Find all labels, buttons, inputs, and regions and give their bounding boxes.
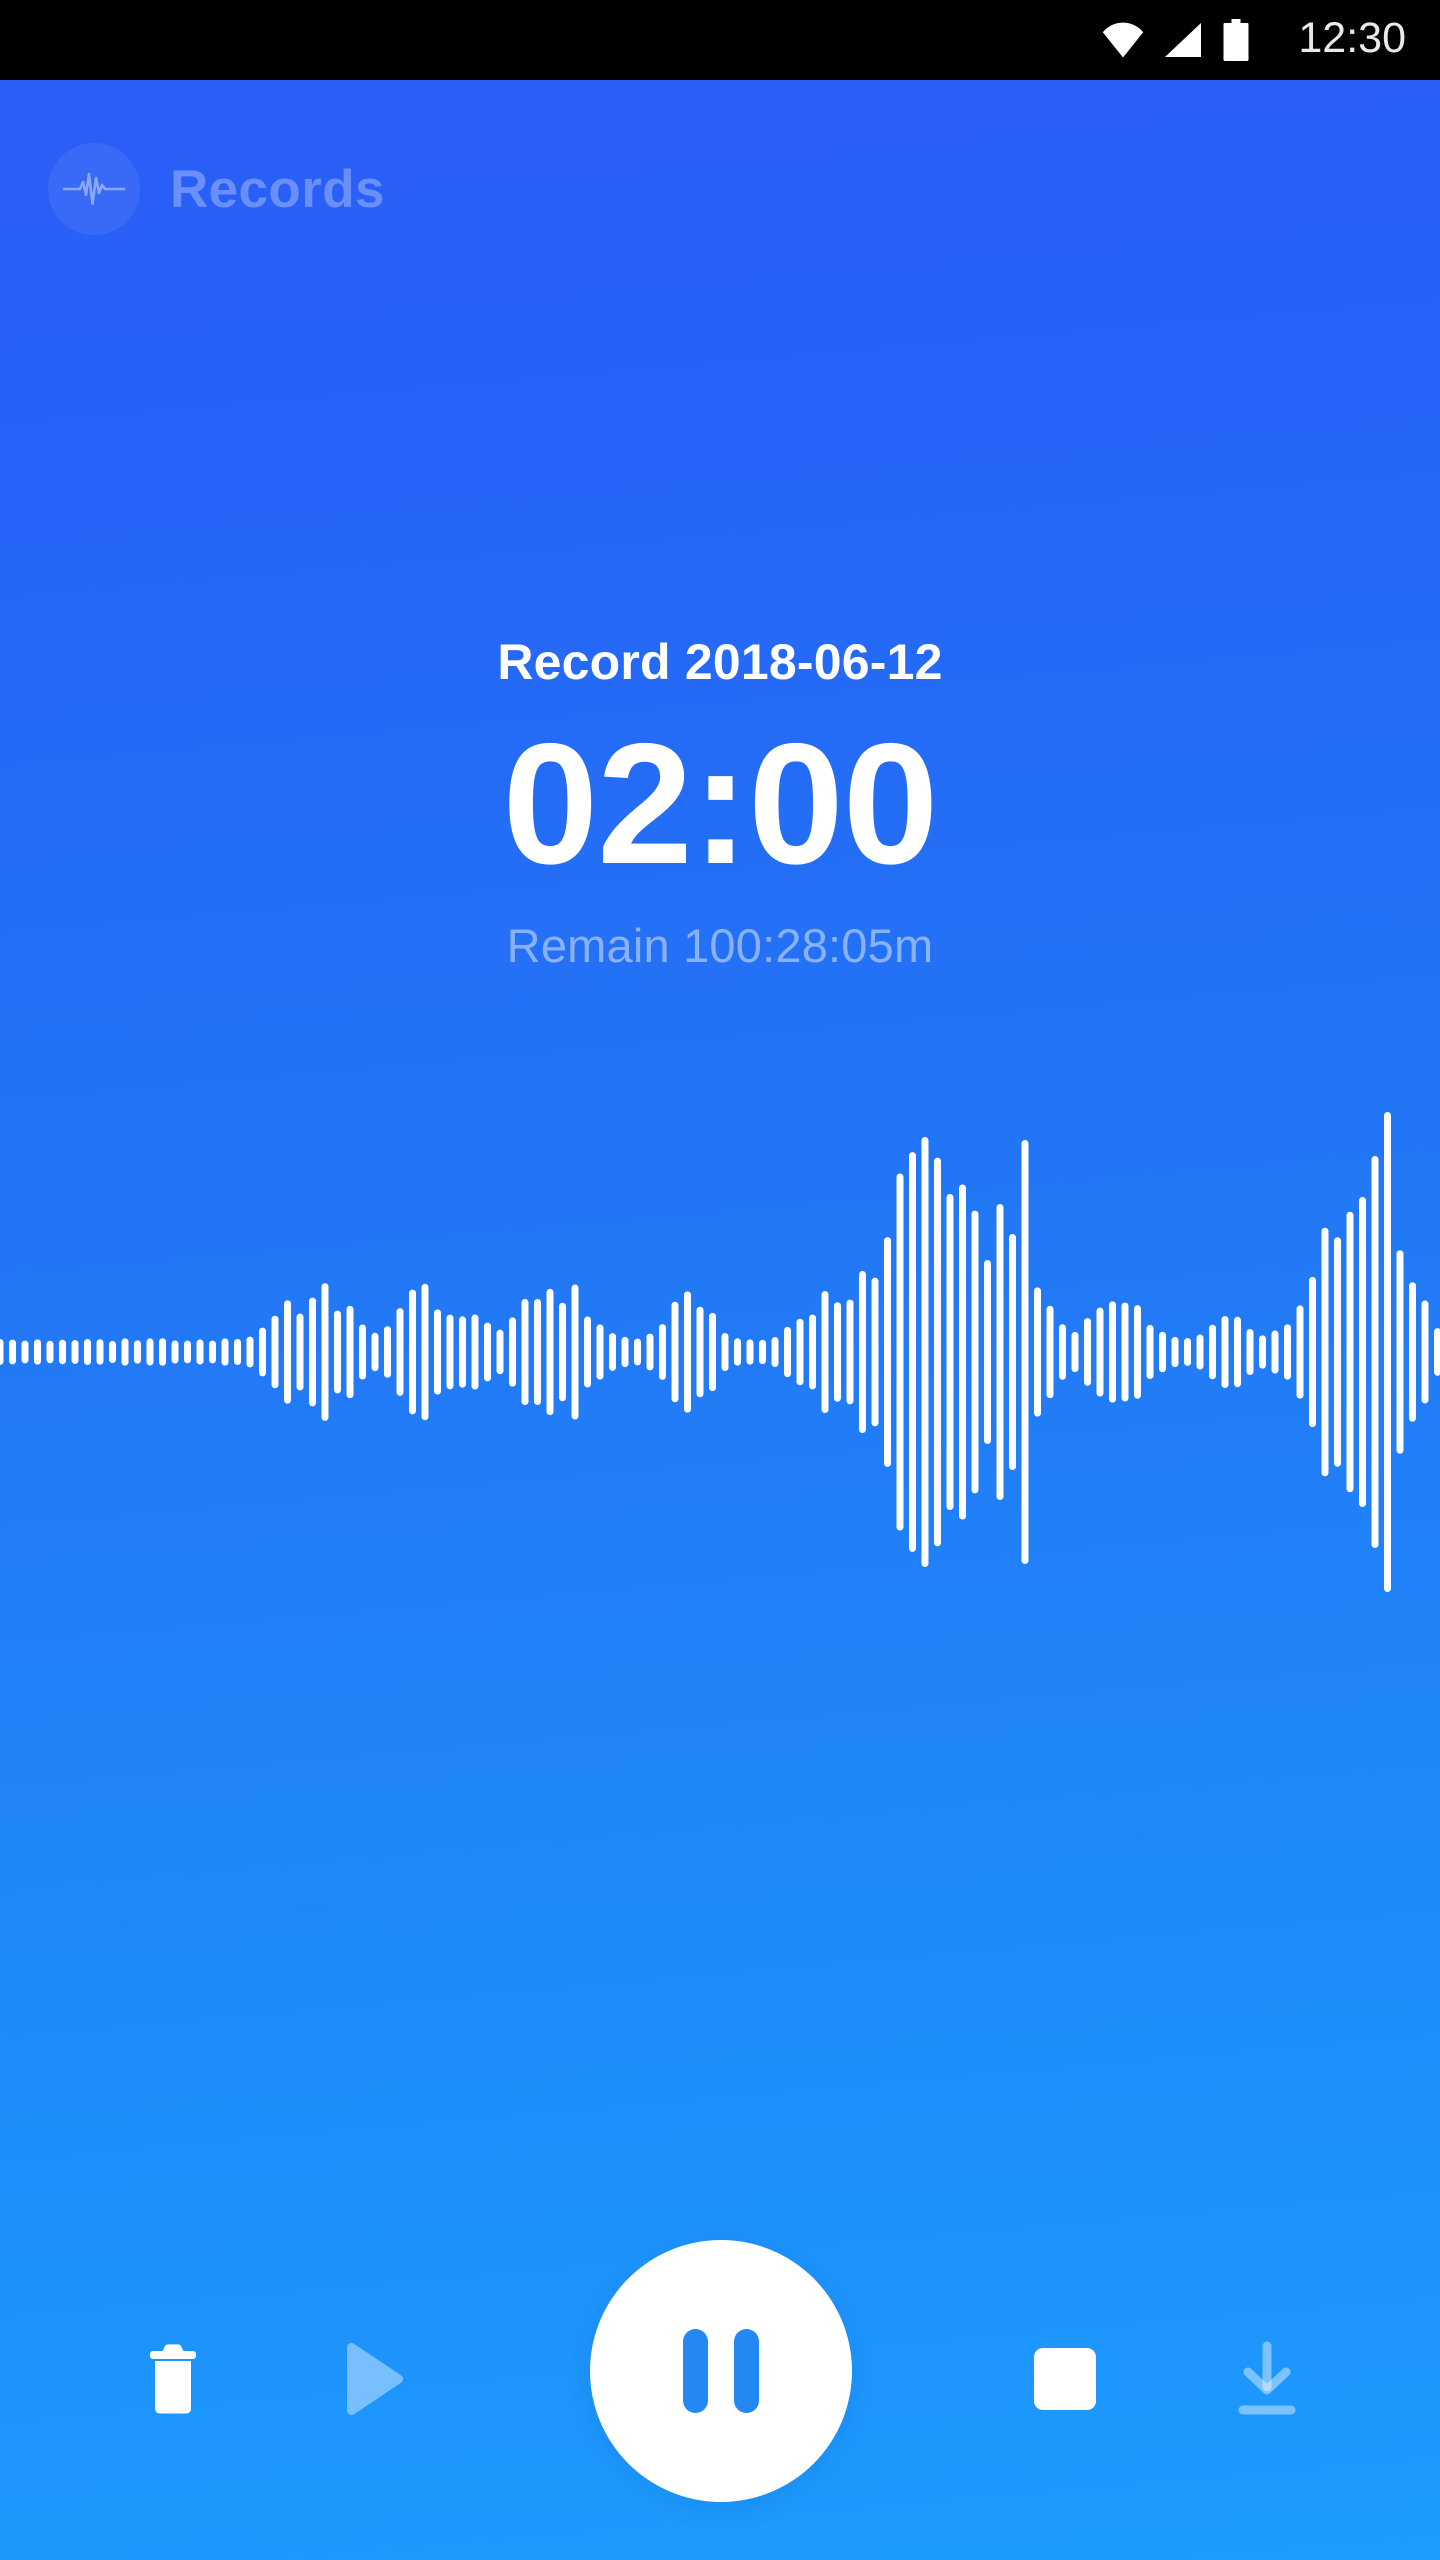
status-bar-icons: 12:30 xyxy=(1102,17,1406,63)
recording-remaining: Remain 100:28:05m xyxy=(506,918,934,972)
app-title: Records xyxy=(170,159,385,219)
trash-icon xyxy=(150,2344,196,2414)
play-icon xyxy=(347,2343,404,2415)
audio-pulse-icon xyxy=(62,172,126,206)
waveform-visualizer[interactable] xyxy=(0,1102,1440,1602)
app-logo-badge xyxy=(48,143,140,235)
recording-elapsed: 02:00 xyxy=(502,708,939,900)
status-bar-clock: 12:30 xyxy=(1298,14,1406,62)
pause-icon xyxy=(683,2329,759,2413)
stop-button[interactable] xyxy=(1010,2324,1120,2434)
recording-info: Record 2018-06-12 02:00 Remain 100:28:05… xyxy=(0,635,1440,971)
wifi-icon xyxy=(1103,22,1144,58)
pause-bar-left xyxy=(683,2329,708,2413)
download-icon xyxy=(1238,2341,1296,2415)
app-header: Records xyxy=(48,135,385,243)
play-button[interactable] xyxy=(318,2324,428,2434)
phone-screen: 12:30 Records Record 2018-06-12 02:00 Re… xyxy=(0,0,1440,2560)
app-background: Records Record 2018-06-12 02:00 Remain 1… xyxy=(0,80,1440,2560)
battery-icon xyxy=(1223,19,1249,61)
transport-controls xyxy=(0,2160,1440,2560)
pause-bar-right xyxy=(734,2329,759,2413)
waveform-canvas xyxy=(0,1112,1440,1592)
save-button[interactable] xyxy=(1212,2324,1322,2434)
status-bar: 12:30 xyxy=(0,0,1440,80)
delete-button[interactable] xyxy=(118,2324,228,2434)
stop-icon xyxy=(1034,2348,1096,2410)
recording-name: Record 2018-06-12 xyxy=(497,634,943,690)
pause-button[interactable] xyxy=(590,2240,852,2502)
cellular-signal-icon xyxy=(1165,23,1202,57)
